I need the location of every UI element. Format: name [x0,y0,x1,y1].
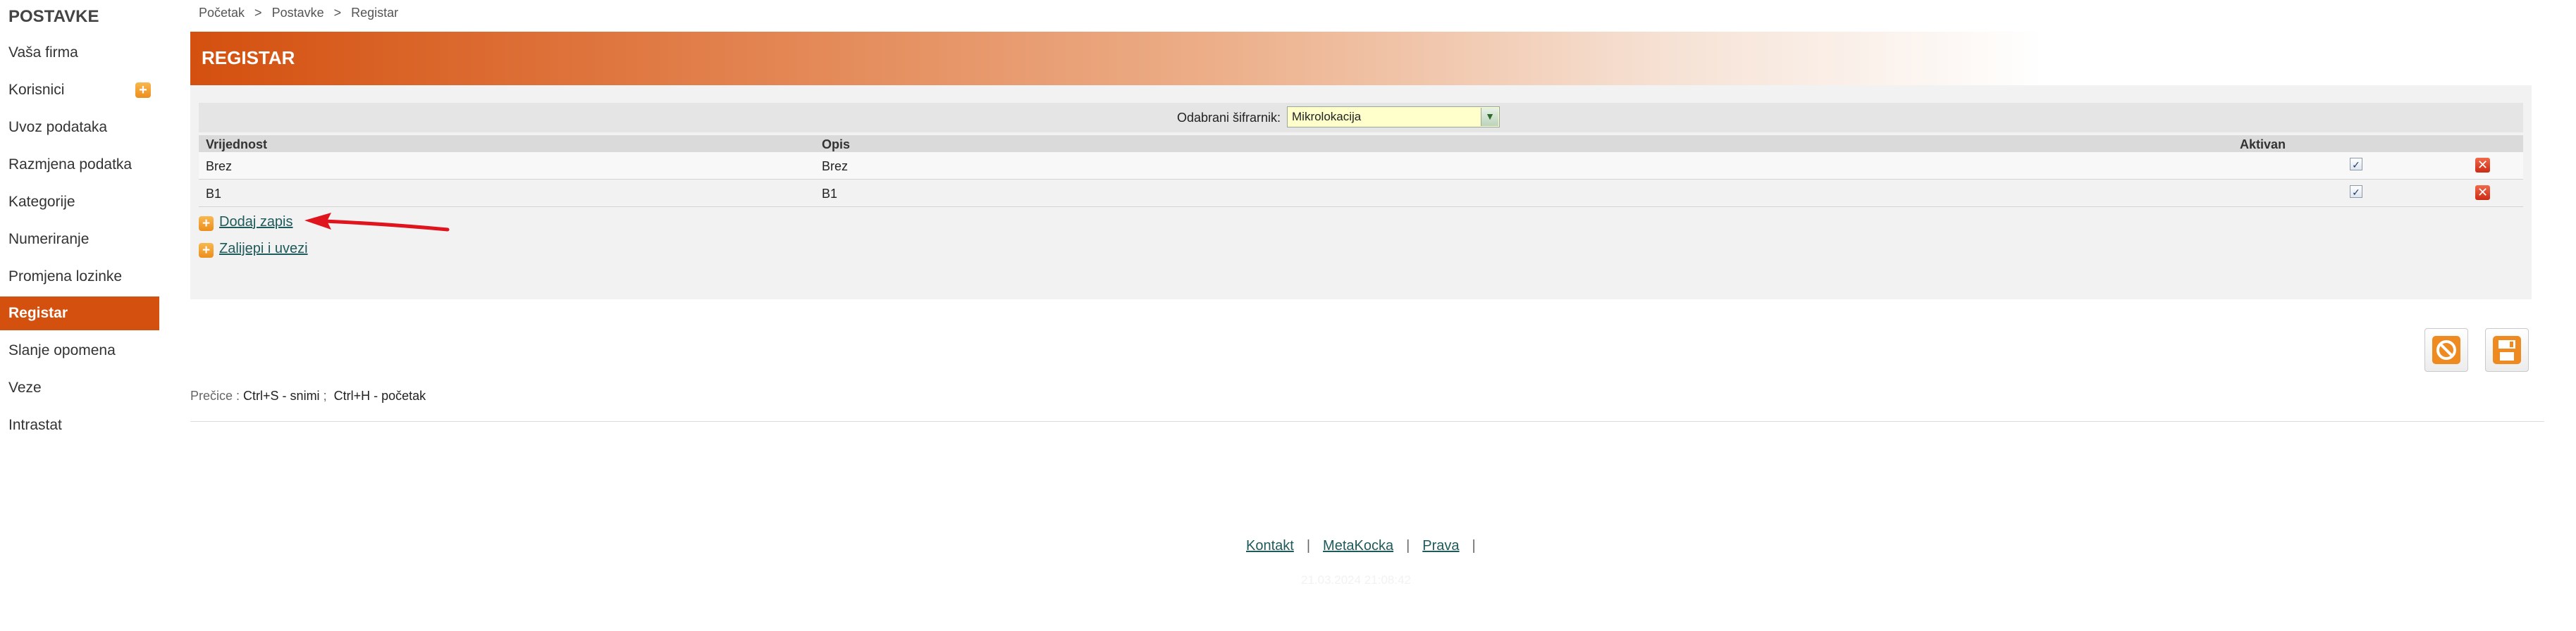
breadcrumb-registar: Registar [351,6,399,20]
paste-import-link[interactable]: Zalijepi i uvezi [219,241,308,256]
keyboard-shortcuts: Prečice : Ctrl+S - snimi ; Ctrl+H - poče… [190,389,426,404]
footer-link-metakocka[interactable]: MetaKocka [1323,538,1393,554]
active-checkbox[interactable]: ✓ [2350,185,2362,198]
sidebar-item-label: Slanje opomena [8,342,116,358]
add-record-action: + Dodaj zapis [199,214,293,231]
footer-separator: | [1406,538,1410,554]
footer-link-prava[interactable]: Prava [1422,538,1459,554]
sidebar-item-label: Vaša firma [8,44,78,61]
breadcrumb-postavke[interactable]: Postavke [272,6,324,20]
column-header-aktivan[interactable]: Aktivan [2240,137,2286,152]
delete-icon[interactable]: ✕ [2475,158,2490,173]
sidebar-item-korisnici[interactable]: Korisnici + [0,73,159,107]
add-record-link[interactable]: Dodaj zapis [219,214,293,230]
sidebar-item-label: Numeriranje [8,231,90,247]
breadcrumb-separator: > [333,6,342,20]
delete-icon[interactable]: ✕ [2475,185,2490,200]
cancel-button[interactable] [2424,328,2468,372]
breadcrumb: Početak > Postavke > Registar [199,6,398,20]
sidebar-item-label: Promjena lozinke [8,268,123,285]
sidebar-item-uvoz-podataka[interactable]: Uvoz podataka [0,111,159,144]
footer-link-kontakt[interactable]: Kontakt [1246,538,1294,554]
sidebar-item-label: Registar [8,305,68,321]
active-checkbox[interactable]: ✓ [2350,158,2362,170]
shortcut-separator: ; [323,389,327,403]
save-button[interactable] [2485,328,2529,372]
sidebar-item-intrastat[interactable]: Intrastat [0,408,159,442]
shortcuts-label: Prečice : [190,389,240,403]
table-row[interactable]: B1 B1 ✓ ✕ [199,180,2523,207]
sidebar-item-vasa-firma[interactable]: Vaša firma [0,36,159,70]
codebook-select-label: Odabrani šifrarnik: [1177,111,1281,125]
codebook-select-value: Mikrolokacija [1292,110,1362,123]
breadcrumb-separator: > [254,6,262,20]
footer-links: Kontakt | MetaKocka | Prava | [1246,538,1489,554]
chevron-down-icon[interactable]: ▼ [1481,108,1498,126]
add-icon[interactable]: + [199,216,214,231]
content-divider [190,421,2544,422]
shortcut-save: Ctrl+S - snimi [243,389,320,403]
shortcut-home: Ctrl+H - početak [333,389,426,403]
codebook-select[interactable]: Mikrolokacija ▼ [1287,106,1500,127]
cell-vrijednost[interactable]: Brez [206,159,232,174]
sidebar-item-numeriranje[interactable]: Numeriranje [0,223,159,256]
table-row[interactable]: Brez Brez ✓ ✕ [199,152,2523,180]
sidebar-item-label: Intrastat [8,417,62,433]
sidebar-item-label: Kategorije [8,194,75,210]
cell-vrijednost[interactable]: B1 [206,187,221,201]
save-icon [2493,336,2521,364]
sidebar-item-slanje-opomena[interactable]: Slanje opomena [0,334,159,368]
breadcrumb-pocetak[interactable]: Početak [199,6,245,20]
table-header: Vrijednost Opis Aktivan [199,135,2523,152]
add-icon[interactable]: + [199,243,214,258]
add-user-icon[interactable]: + [135,82,151,98]
cell-opis[interactable]: Brez [822,159,848,174]
page-timestamp: 21.03.2024 21:08:42 [1301,573,1411,587]
codebook-filter-bar: Odabrani šifrarnik: Mikrolokacija ▼ [199,103,2523,132]
sidebar-item-kategorije[interactable]: Kategorije [0,185,159,219]
footer-separator: | [1306,538,1311,554]
sidebar-item-label: Uvoz podataka [8,119,108,135]
paste-import-action: + Zalijepi i uvezi [199,241,308,258]
footer-separator: | [1472,538,1476,554]
cell-opis[interactable]: B1 [822,187,837,201]
sidebar-item-label: Razmjena podatka [8,156,133,173]
cancel-icon [2432,336,2460,364]
column-header-opis[interactable]: Opis [822,137,850,152]
sidebar-item-veze[interactable]: Veze [0,371,159,405]
sidebar-item-registar[interactable]: Registar [0,296,159,330]
register-table: Vrijednost Opis Aktivan Brez Brez ✓ ✕ B1… [199,135,2523,207]
page-title: REGISTAR [202,47,295,68]
sidebar-title: POSTAVKE [8,7,99,26]
register-panel: Odabrani šifrarnik: Mikrolokacija ▼ Vrij… [190,85,2532,299]
annotation-arrow-icon [304,213,450,232]
sidebar-item-promjena-lozinke[interactable]: Promjena lozinke [0,260,159,294]
sidebar-item-label: Korisnici [8,82,65,98]
page-header-banner: REGISTAR [190,32,2044,85]
sidebar-item-label: Veze [8,380,42,396]
column-header-vrijednost[interactable]: Vrijednost [206,137,267,152]
sidebar-item-razmjena-podatka[interactable]: Razmjena podatka [0,148,159,182]
